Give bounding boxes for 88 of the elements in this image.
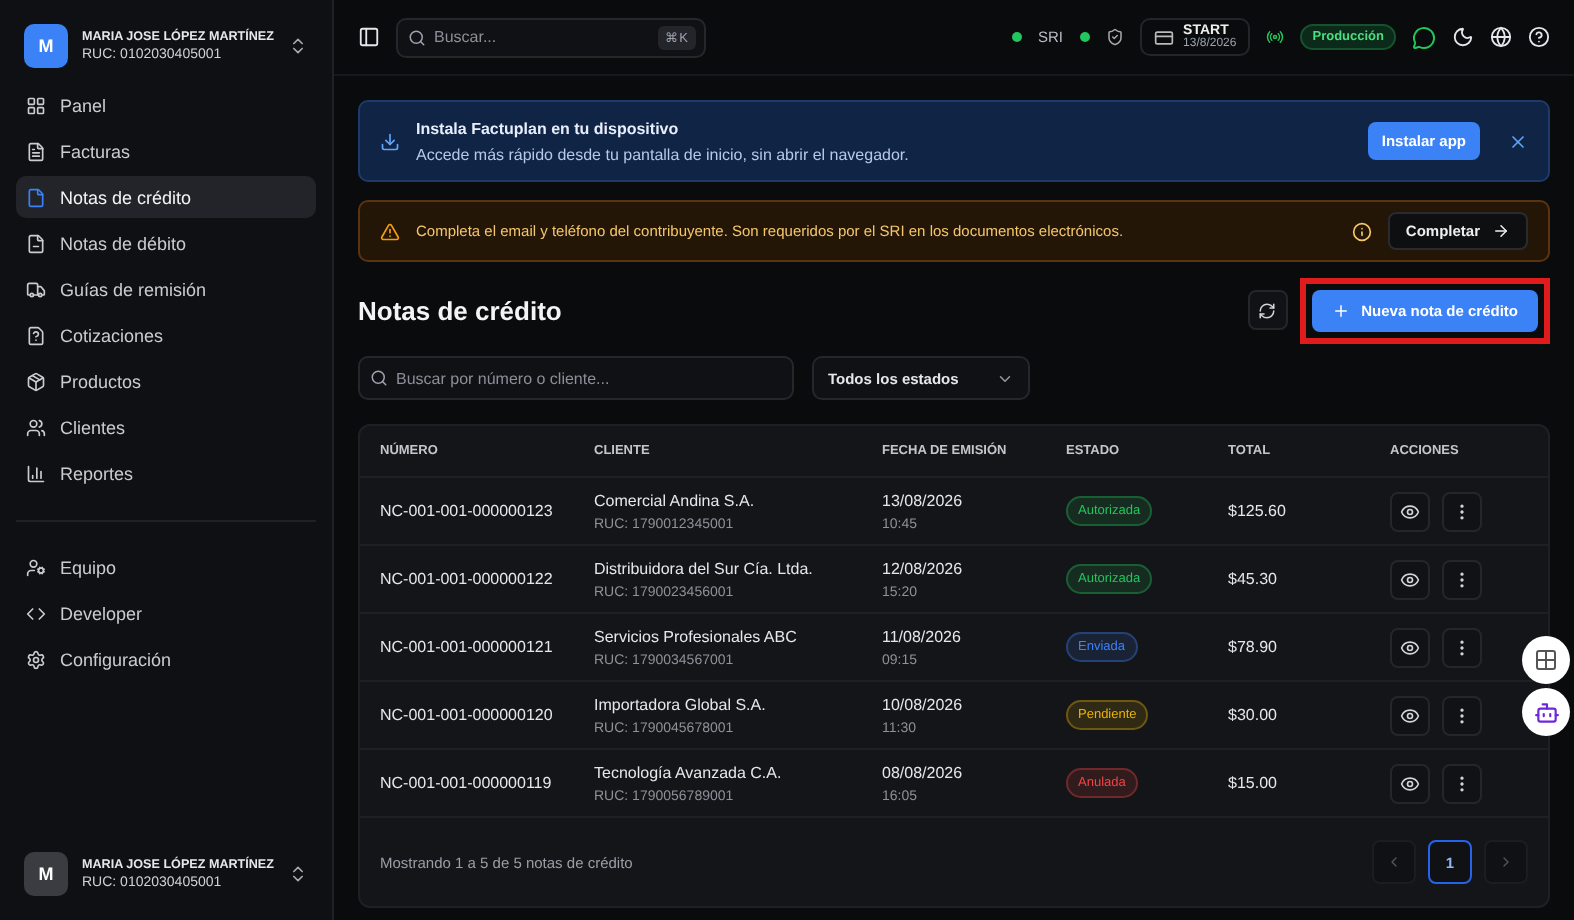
view-button[interactable] [1390, 695, 1430, 735]
chevron-right-icon [1498, 854, 1514, 870]
avatar: M [24, 24, 68, 68]
table-cell-text: NC-001-001-000000122 [380, 570, 555, 588]
document-icon [26, 187, 46, 207]
date-text: 13/08/2026 [882, 491, 965, 509]
date-text: 11/08/2026 [882, 627, 963, 645]
eye-icon [1400, 637, 1420, 657]
search-field[interactable]: Buscar por número o cliente... [358, 356, 794, 400]
box-icon [26, 371, 46, 391]
sidebar-item[interactable]: Guías de remisión [16, 268, 316, 310]
view-button[interactable] [1390, 763, 1430, 803]
status-dot [1012, 32, 1023, 42]
page-title: Notas de crédito [358, 295, 564, 325]
search-icon [408, 28, 426, 46]
client-name: Distribuidora del Sur Cía. Ltda. [594, 559, 815, 577]
date-text: 08/08/2026 [882, 763, 965, 781]
table-cell-text: $45.30 [1228, 570, 1279, 588]
eye-icon [1400, 569, 1420, 589]
sidebar-item[interactable]: Panel [16, 84, 316, 126]
download-icon [380, 131, 400, 151]
status-dot [1079, 32, 1090, 42]
close-icon[interactable] [1508, 131, 1528, 151]
moon-icon[interactable] [1452, 26, 1474, 48]
document-icon [26, 325, 46, 345]
sidebar-item[interactable]: Configuración [16, 638, 316, 680]
sidebar-item[interactable]: Equipo [16, 546, 316, 588]
avatar: M [24, 852, 68, 896]
sidebar-item[interactable]: Clientes [16, 406, 316, 448]
eye-icon [1400, 705, 1420, 725]
truck-icon [26, 279, 46, 299]
view-button[interactable] [1390, 559, 1430, 599]
eye-icon [1400, 501, 1420, 521]
signal-icon [1266, 28, 1285, 46]
table-cell-text: NC-001-001-000000121 [380, 638, 555, 656]
grid-icon [26, 95, 46, 115]
client-name: Importadora Global S.A. [594, 695, 768, 713]
chevron-left-icon [1386, 854, 1402, 870]
warning-icon [380, 221, 400, 241]
view-button[interactable] [1390, 491, 1430, 531]
table-cell-text: $30.00 [1228, 706, 1279, 724]
users-icon [26, 557, 46, 577]
banner-text: Accede más rápido desde tu pantalla de inicio, sin abrir el navegador. [416, 145, 911, 163]
table-cell-text: $78.90 [1228, 638, 1279, 656]
date-text: 10/08/2026 [882, 695, 965, 713]
chevrons-icon [288, 864, 308, 884]
client-name: Comercial Andina S.A. [594, 491, 757, 509]
client-name: Servicios Profesionales ABC [594, 627, 799, 645]
chat-icon[interactable] [1412, 25, 1436, 49]
table-cell-text: NC-001-001-000000120 [380, 706, 555, 724]
robot-icon [1533, 699, 1559, 725]
refresh-icon [1258, 301, 1277, 319]
table-cell-text: $15.00 [1228, 774, 1279, 792]
sidebar-toggle-icon[interactable] [358, 26, 380, 48]
sidebar-item[interactable]: Cotizaciones [16, 314, 316, 356]
assistant-button[interactable] [1522, 688, 1570, 736]
table-cell-text: NC-001-001-000000123 [380, 502, 555, 520]
arrow-right-icon [1492, 222, 1510, 240]
sidebar-item[interactable]: Developer [16, 592, 316, 634]
settings-icon [26, 649, 46, 669]
client-name: Tecnología Avanzada C.A. [594, 763, 784, 781]
chevrons-icon [288, 36, 308, 56]
bar-chart-icon [26, 463, 46, 483]
card-icon [1153, 27, 1174, 47]
banner-title: Instala Factuplan en tu dispositivo [416, 119, 681, 137]
plus-icon [1331, 301, 1350, 319]
sidebar-item[interactable]: Productos [16, 360, 316, 402]
sidebar-item[interactable]: Reportes [16, 452, 316, 494]
info-icon [1351, 221, 1372, 241]
code-icon [26, 603, 46, 623]
sidebar-item[interactable]: Notas de débito [16, 222, 316, 264]
table-cell-text: NC-001-001-000000119 [380, 774, 554, 792]
grid-icon [1534, 648, 1558, 672]
apps-button[interactable] [1522, 636, 1570, 684]
eye-icon [1400, 773, 1420, 793]
sidebar-item[interactable]: Facturas [16, 130, 316, 172]
view-button[interactable] [1390, 627, 1430, 667]
help-icon[interactable] [1528, 26, 1550, 48]
search-icon [370, 369, 388, 387]
refresh-button[interactable] [1247, 290, 1288, 330]
date-text: 12/08/2026 [882, 559, 965, 577]
document-icon [26, 233, 46, 253]
document-icon [26, 141, 46, 161]
shield-icon [1105, 28, 1124, 46]
globe-icon[interactable] [1490, 26, 1512, 48]
sidebar-item[interactable]: Notas de crédito [16, 176, 316, 218]
table-cell-text: $125.60 [1228, 502, 1288, 520]
users-icon [26, 417, 46, 437]
